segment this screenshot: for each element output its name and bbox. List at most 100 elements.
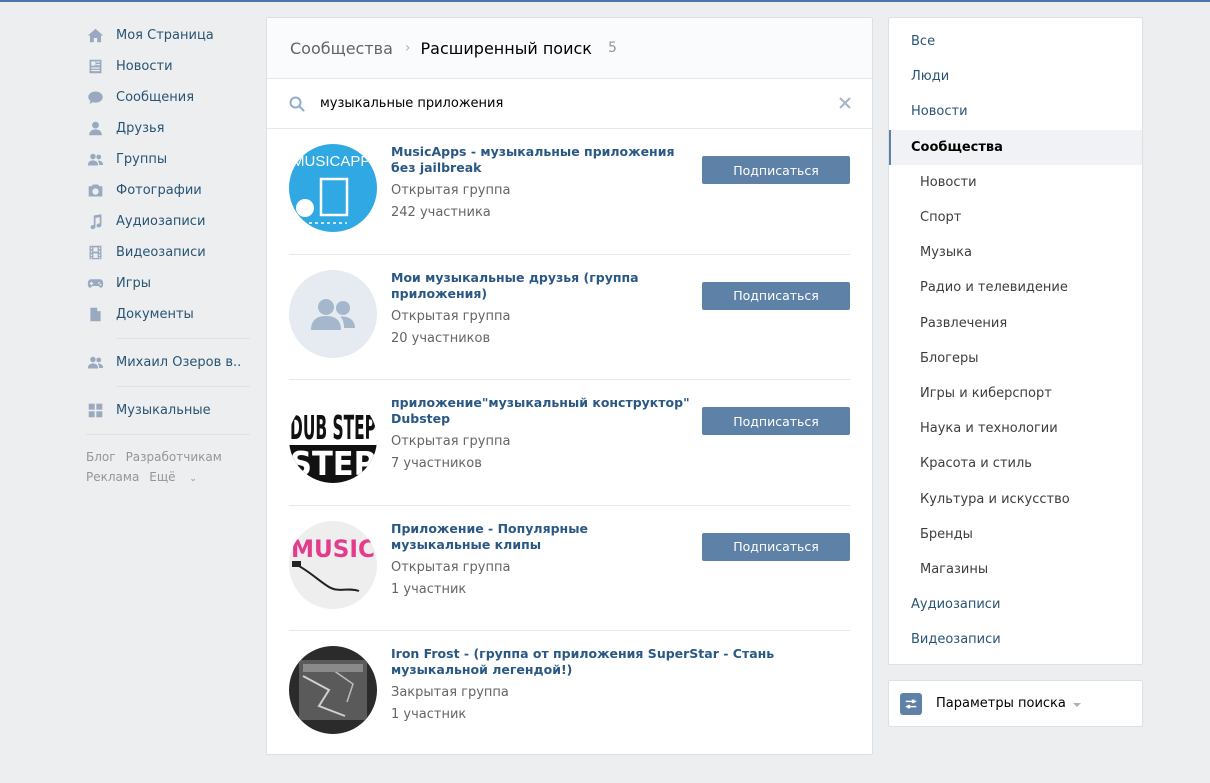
group-type: Закрытая группа [391,685,509,700]
filter-all[interactable]: Все [889,24,1142,59]
nav-item-photos[interactable]: Фотографии [86,175,250,206]
search-results-panel: Сообщества › Расширенный поиск 5 MUSICAP… [266,17,873,755]
left-navigation: Моя Страница Новости Сообщения Друзья Гр… [86,20,250,489]
group-type: Открытая группа [391,559,511,575]
group-avatar-iron-frost[interactable] [289,646,377,734]
filter-news[interactable]: Новости [889,94,1142,129]
search-icon [289,96,305,111]
footer-developers-link[interactable]: Разработчикам [126,450,222,464]
group-avatar-musicapps[interactable]: MUSICAPP [289,144,377,232]
filter-sub-news[interactable]: Новости [889,165,1142,200]
footer-more-label: Ещё [149,470,176,484]
svg-text:STEP: STEP [290,444,376,483]
messages-icon [86,89,104,107]
subscribe-button[interactable]: Подписаться [702,532,850,561]
filter-people[interactable]: Люди [889,59,1142,94]
list-item: MUSIC Приложение - Популярные музыкальны… [289,506,850,631]
filter-sub-music[interactable]: Музыка [889,235,1142,270]
nav-item-audio[interactable]: Аудиозаписи [86,206,250,237]
filter-sub-shops[interactable]: Магазины [889,552,1142,587]
nav-item-label: Михаил Озеров в.. [116,355,242,370]
group-type: Открытая группа [391,308,511,324]
page-title: Расширенный поиск [420,38,592,58]
nav-item-label: Фотографии [116,183,202,198]
apps-grid-icon [86,402,104,420]
chevron-down-icon [1072,702,1081,707]
search-params-toggle[interactable]: Параметры поиска [888,680,1143,727]
groups-icon [86,151,104,169]
filter-audio[interactable]: Аудиозаписи [889,587,1142,622]
nav-item-label: Музыкальные [116,403,211,418]
nav-item-friends[interactable]: Друзья [86,113,250,144]
filter-sub-brands[interactable]: Бренды [889,517,1142,552]
filter-sub-entertainment[interactable]: Развлечения [889,306,1142,341]
footer-blog-link[interactable]: Блог [86,450,116,464]
group-members: 20 участников [391,330,491,346]
nav-item-my-page[interactable]: Моя Страница [86,20,250,51]
search-params-label: Параметры поиска [936,696,1066,711]
footer-ads-link[interactable]: Реклама [86,470,139,484]
filter-sub-bloggers[interactable]: Блогеры [889,341,1142,376]
avatar-text: MUSICAPP [292,153,370,170]
subscribe-button[interactable]: Подписаться [702,407,850,435]
groups-icon [86,354,104,372]
group-avatar-dubstep[interactable]: DUB STEP STEP [289,395,377,483]
music-note-icon [86,213,104,231]
news-icon [86,58,104,76]
filter-communities[interactable]: Сообщества [889,129,1142,165]
filter-sub-science-tech[interactable]: Наука и технологии [889,411,1142,446]
breadcrumb: Сообщества › Расширенный поиск 5 [267,18,872,79]
top-bar [0,0,1210,2]
camera-icon [86,182,104,200]
group-title-link[interactable]: Мои музыкальные друзья (группа приложени… [391,270,691,302]
nav-item-games[interactable]: Игры [86,268,250,299]
chevron-down-icon: ⌄ [189,474,197,484]
nav-item-app[interactable]: Музыкальные [86,395,250,426]
filter-sub-culture-art[interactable]: Культура и искусство [889,481,1142,516]
group-avatar-placeholder[interactable] [289,269,377,358]
avatar-text: MUSIC [291,535,375,563]
home-icon [86,27,104,45]
search-filters-menu: Все Люди Новости Сообщества Новости Спор… [888,17,1143,665]
footer-more-link[interactable]: Ещё ⌄ [149,470,207,484]
subscribe-button[interactable]: Подписаться [702,156,850,184]
group-type: Открытая группа [391,434,511,449]
group-members: 7 участников [391,456,482,471]
group-title-link[interactable]: приложение"музыкальный конструктор" Dubs… [391,395,691,427]
filter-sub-radio-tv[interactable]: Радио и телевидение [889,270,1142,305]
group-title-link[interactable]: Приложение - Популярные музыкальные клип… [391,521,691,553]
nav-item-messages[interactable]: Сообщения [86,82,250,113]
nav-item-video[interactable]: Видеозаписи [86,237,250,268]
nav-item-groups[interactable]: Группы [86,144,250,175]
group-title-link[interactable]: MusicApps - музыкальные приложения без j… [391,144,691,176]
group-avatar-music[interactable]: MUSIC [289,520,377,609]
nav-item-label: Группы [116,152,168,167]
filter-sub-games-esports[interactable]: Игры и киберспорт [889,376,1142,411]
group-type: Открытая группа [391,183,511,198]
list-item: DUB STEP STEP приложение"музыкальный кон… [289,380,850,506]
nav-item-label: Видеозаписи [116,245,206,260]
nav-item-group-link[interactable]: Михаил Озеров в.. [86,347,250,378]
friends-icon [86,120,104,138]
filter-sub-sport[interactable]: Спорт [889,200,1142,235]
subscribe-button[interactable]: Подписаться [702,281,850,310]
group-members: 1 участник [391,581,467,597]
filter-sub-beauty-style[interactable]: Красота и стиль [889,446,1142,481]
nav-item-label: Сообщения [116,90,195,105]
filter-video[interactable]: Видеозаписи [889,622,1142,657]
footer-links: Блог Разработчикам Реклама Ещё ⌄ [86,447,250,489]
chevron-right-icon: › [404,40,411,56]
nav-divider [86,434,250,435]
close-icon[interactable] [838,96,852,110]
breadcrumb-communities-link[interactable]: Сообщества [290,39,393,58]
nav-item-label: Документы [116,307,194,322]
search-input[interactable] [320,96,820,111]
nav-item-label: Друзья [116,121,165,136]
nav-item-label: Моя Страница [116,28,214,43]
sliders-icon [900,692,922,715]
group-title-link[interactable]: Iron Frost - (группа от приложения Super… [391,646,831,678]
nav-item-label: Аудиозаписи [116,214,206,229]
group-members: 242 участника [391,205,491,220]
nav-item-documents[interactable]: Документы [86,299,250,330]
nav-item-news[interactable]: Новости [86,51,250,82]
